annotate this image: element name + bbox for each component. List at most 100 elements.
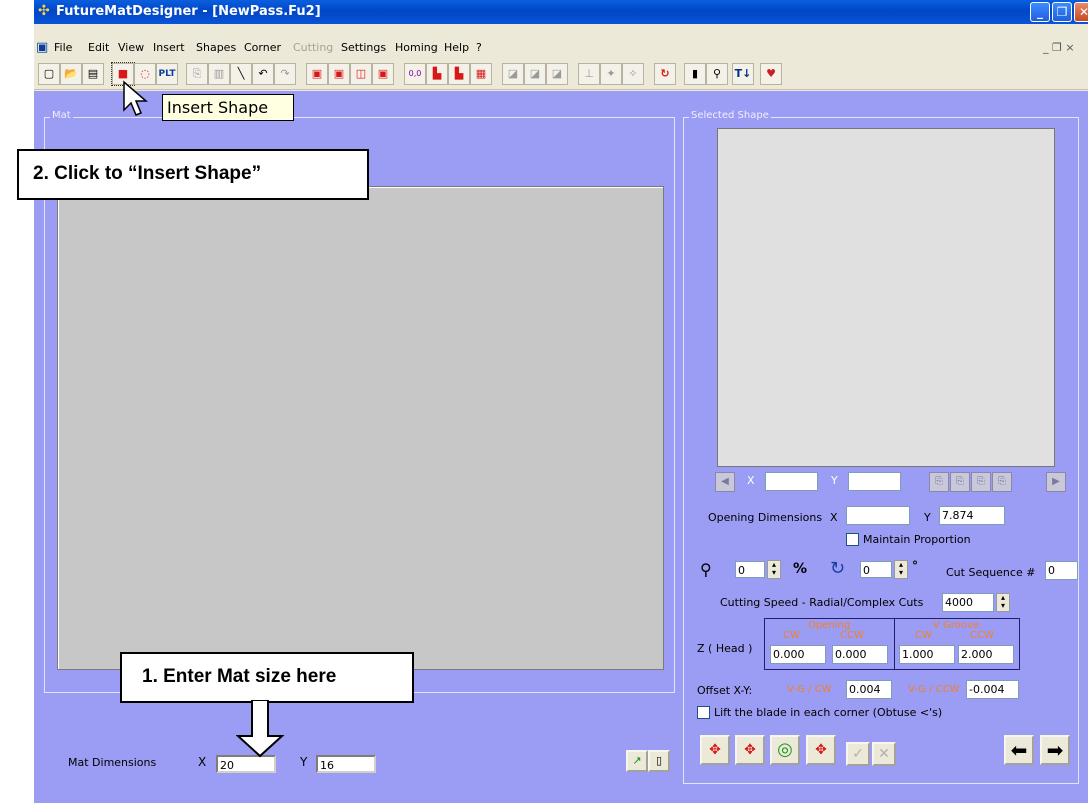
vgroove-cw-field[interactable]: 1.000 (899, 645, 955, 664)
origin-icon[interactable]: 0,0 (404, 63, 426, 85)
align-icon-3[interactable]: ◪ (546, 63, 568, 85)
mat-icon-2[interactable]: ▣ (328, 63, 350, 85)
corner-icon-2[interactable]: ▙ (448, 63, 470, 85)
vgroove-ccw-field[interactable]: 2.000 (958, 645, 1014, 664)
refresh-icon[interactable]: ↻ (654, 63, 676, 85)
opening-x-field[interactable] (846, 506, 910, 525)
line-icon[interactable]: ╲ (230, 63, 252, 85)
cut-circle-icon[interactable]: ◎ (770, 735, 800, 765)
copy-shape-3-icon[interactable]: ⎘ (971, 472, 991, 492)
maintain-proportion-label: Maintain Proportion (863, 533, 971, 546)
copy-icon[interactable]: ⎘ (186, 63, 208, 85)
grid-icon[interactable]: ▦ (470, 63, 492, 85)
tool-icon[interactable]: ⚲ (706, 63, 728, 85)
new-file-icon[interactable]: ▢ (38, 63, 60, 85)
move-icon-1[interactable]: ⊥ (578, 63, 600, 85)
cut-sequence-field[interactable]: 0 (1045, 561, 1078, 580)
opening-cw-field[interactable]: 0.000 (770, 645, 826, 664)
rotate-spinner[interactable]: ▴ ▾ (894, 560, 908, 579)
opening-ccw-header: CCW (840, 630, 864, 641)
menu-cutting[interactable]: Cutting (293, 41, 333, 54)
vg-ccw-label: V-G / CCW (908, 684, 960, 695)
zoom-spinner[interactable]: ▴ ▾ (767, 560, 781, 579)
opening-x-label: X (830, 511, 838, 524)
forward-arrow-icon[interactable]: ➡ (1040, 735, 1070, 765)
close-button[interactable]: ✕ (1074, 2, 1088, 22)
menu-shapes[interactable]: Shapes (196, 41, 236, 54)
mouse-pointer-icon (123, 80, 149, 116)
hot-air-balloon-icon[interactable]: ♥ (760, 63, 782, 85)
menu-view[interactable]: View (118, 41, 144, 54)
text-direction-icon[interactable]: T↓ (732, 63, 754, 85)
mdi-window-controls[interactable]: _ ❐ × (1043, 41, 1075, 54)
minimize-button[interactable]: _ (1030, 2, 1050, 22)
undo-icon[interactable]: ↶ (252, 63, 274, 85)
vgroove-cw-header: CW (915, 630, 932, 641)
cut-vgroove-icon[interactable]: ✥ (735, 735, 765, 765)
page-icon[interactable]: ▮ (684, 63, 706, 85)
mat-icon-4[interactable]: ▣ (372, 63, 394, 85)
shape-preview (717, 128, 1055, 467)
menu-homing[interactable]: Homing (395, 41, 438, 54)
open-folder-icon[interactable]: 📂 (60, 63, 82, 85)
next-shape-icon[interactable]: ▶ (1046, 472, 1066, 492)
nav-x-field[interactable] (765, 472, 818, 491)
selected-shape-label: Selected Shape (689, 110, 771, 121)
vg-ccw-field[interactable]: -0.004 (966, 680, 1019, 699)
cut-sequence-label: Cut Sequence # (946, 566, 1036, 579)
cutting-speed-label: Cutting Speed - Radial/Complex Cuts (720, 596, 924, 609)
percent-label: % (793, 561, 808, 577)
move-icon-2[interactable]: ✦ (600, 63, 622, 85)
align-icon-2[interactable]: ◪ (524, 63, 546, 85)
accept-icon[interactable]: ✓ (846, 742, 870, 766)
mat-icon-1[interactable]: ▣ (306, 63, 328, 85)
cutting-speed-field[interactable]: 4000 (942, 593, 994, 612)
vgroove-ccw-header: CCW (970, 630, 994, 641)
copy-shape-2-icon[interactable]: ⎘ (950, 472, 970, 492)
rotate-field[interactable]: 0 (860, 561, 892, 578)
cut-all-icon[interactable]: ✥ (806, 735, 836, 765)
mat-canvas[interactable] (57, 186, 664, 670)
save-icon[interactable]: ▤ (82, 63, 104, 85)
plt-icon[interactable]: PLT (156, 63, 178, 85)
menu-file[interactable]: File (54, 41, 72, 54)
title-bar[interactable]: ✣ FutureMatDesigner - [NewPass.Fu2] _ ❐ … (34, 0, 1088, 24)
paste-icon[interactable]: ▥ (208, 63, 230, 85)
redo-icon[interactable]: ↷ (274, 63, 296, 85)
back-arrow-icon[interactable]: ⬅ (1004, 735, 1034, 765)
cut-opening-icon[interactable]: ✥ (700, 735, 730, 765)
menu-settings[interactable]: Settings (341, 41, 386, 54)
cancel-icon[interactable]: ✕ (872, 742, 896, 766)
window-title: FutureMatDesigner - [NewPass.Fu2] (56, 4, 321, 19)
opening-ccw-field[interactable]: 0.000 (832, 645, 888, 664)
maintain-proportion-checkbox[interactable] (846, 533, 859, 546)
zoom-icon: ⚲ (700, 560, 712, 579)
menu-edit[interactable]: Edit (88, 41, 109, 54)
align-icon-1[interactable]: ◪ (502, 63, 524, 85)
copy-shape-1-icon[interactable]: ⎘ (929, 472, 949, 492)
menu-about[interactable]: ? (476, 41, 482, 54)
restore-button[interactable]: ❐ (1052, 2, 1072, 22)
lift-blade-checkbox[interactable] (697, 706, 710, 719)
mat-icon-3[interactable]: ◫ (350, 63, 372, 85)
zoom-field[interactable]: 0 (735, 561, 765, 578)
mat-y-field[interactable]: 16 (316, 755, 376, 773)
cutting-speed-spinner[interactable]: ▴ ▾ (996, 593, 1010, 612)
nav-y-field[interactable] (848, 472, 901, 491)
opening-y-label: Y (924, 511, 931, 524)
draw-icon[interactable]: ↗ (626, 750, 648, 772)
opening-y-field[interactable]: 7.874 (939, 506, 1005, 525)
copy-shape-4-icon[interactable]: ⎘ (992, 472, 1012, 492)
vg-cw-field[interactable]: 0.004 (846, 680, 892, 699)
z-head-label: Z ( Head ) (697, 642, 753, 655)
document-menu-icon[interactable]: ▣ (36, 40, 52, 56)
menu-insert[interactable]: Insert (153, 41, 185, 54)
menu-help[interactable]: Help (444, 41, 469, 54)
corner-icon-1[interactable]: ▙ (426, 63, 448, 85)
prev-shape-icon[interactable]: ◀ (715, 472, 735, 492)
app-icon: ✣ (38, 3, 50, 19)
clipboard-icon[interactable]: ▯ (648, 750, 670, 772)
move-icon-3[interactable]: ✧ (622, 63, 644, 85)
mat-group-label: Mat (50, 110, 73, 121)
menu-corner[interactable]: Corner (244, 41, 281, 54)
